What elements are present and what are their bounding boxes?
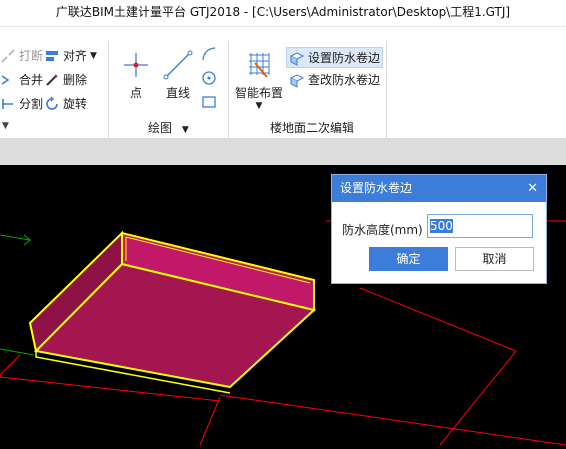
modify-group-chevron-icon[interactable]: ▼ (2, 121, 9, 131)
align-icon (44, 48, 60, 64)
waterproof-height-input[interactable]: 500 (427, 214, 533, 238)
dialog-titlebar: 设置防水卷边 ✕ (332, 175, 546, 202)
break-icon (0, 48, 16, 64)
merge-icon (0, 72, 16, 88)
point-label: 点 (129, 86, 142, 100)
rectangle-icon (202, 96, 216, 108)
waterproof-height-label: 防水高度(mm) (342, 223, 423, 237)
modify-waterproof-label: 查改防水卷边 (308, 73, 381, 87)
floor-edit-group-label: 楼地面二次编辑 (270, 121, 355, 135)
delete-button[interactable]: 删除 (44, 71, 87, 88)
set-waterproof-edge-button[interactable]: 设置防水卷边 (286, 47, 384, 68)
delete-label: 删除 (63, 73, 88, 87)
draw-group-title: 绘图 (148, 121, 173, 135)
line-button[interactable]: 直线 (160, 47, 196, 101)
draw-group-label: 绘图 ▼ (148, 119, 189, 136)
dialog-title: 设置防水卷边 (340, 181, 413, 195)
merge-label: 合并 (19, 73, 44, 87)
chevron-down-icon[interactable]: ▼ (182, 125, 189, 135)
grid-line (219, 394, 566, 446)
rotate-button[interactable]: 旋转 (44, 95, 87, 112)
grid-layout-icon (234, 47, 284, 84)
rotate-label: 旋转 (63, 97, 88, 111)
grid-line (359, 287, 517, 352)
split-icon (0, 96, 16, 112)
grid-line (439, 350, 517, 446)
close-icon[interactable]: ✕ (527, 175, 538, 202)
grid-line (0, 376, 221, 402)
align-label: 对齐 (63, 49, 88, 63)
split-button[interactable]: 分割 (0, 95, 43, 112)
ribbon-toolbar: 打断 对齐 ▼ 合并 删除 分割 旋转 ▼ 点 直线 绘图 ▼ 智能布置 ▼ 设… (0, 26, 566, 139)
line-label: 直线 (165, 86, 190, 100)
ribbon-separator (108, 41, 109, 139)
break-button[interactable]: 打断 (0, 47, 43, 64)
modify-waterproof-edge-button[interactable]: 查改防水卷边 (289, 71, 380, 88)
waterproof-edge-icon (289, 50, 305, 66)
point-button[interactable]: 点 (120, 47, 152, 101)
circle-button[interactable] (200, 69, 218, 91)
chevron-down-icon[interactable]: ▼ (234, 101, 284, 111)
ok-button[interactable]: 确定 (369, 247, 448, 271)
smart-layout-label: 智能布置 (234, 86, 283, 100)
arc-icon (202, 47, 216, 61)
split-label: 分割 (19, 97, 44, 111)
circle-icon (202, 71, 216, 85)
waterproof-height-value: 500 (430, 219, 453, 233)
ribbon-separator (228, 41, 229, 139)
axis-line (0, 348, 35, 356)
merge-button[interactable]: 合并 (0, 71, 43, 88)
ribbon-bottom-band (0, 138, 566, 165)
window-title: 广联达BIM土建计量平台 GTJ2018 - [C:\Users\Adminis… (0, 0, 566, 26)
ribbon-separator (386, 41, 387, 139)
cancel-button[interactable]: 取消 (455, 247, 534, 271)
grid-line (0, 354, 21, 376)
line-icon (160, 47, 196, 84)
set-waterproof-label: 设置防水卷边 (308, 51, 381, 65)
waterproof-edit-icon (289, 72, 305, 88)
smart-layout-button[interactable]: 智能布置 ▼ (234, 47, 284, 111)
chevron-down-icon: ▼ (90, 50, 97, 61)
align-button[interactable]: 对齐 ▼ (44, 47, 97, 64)
rotate-icon (44, 96, 60, 112)
waterproof-dialog: 设置防水卷边 ✕ 防水高度(mm) 500 确定 取消 (331, 174, 547, 284)
break-label: 打断 (19, 49, 44, 63)
delete-icon (44, 72, 60, 88)
grid-line (199, 396, 221, 446)
arc-button[interactable] (200, 45, 218, 67)
rectangle-button[interactable] (200, 93, 218, 115)
point-icon (120, 47, 152, 84)
